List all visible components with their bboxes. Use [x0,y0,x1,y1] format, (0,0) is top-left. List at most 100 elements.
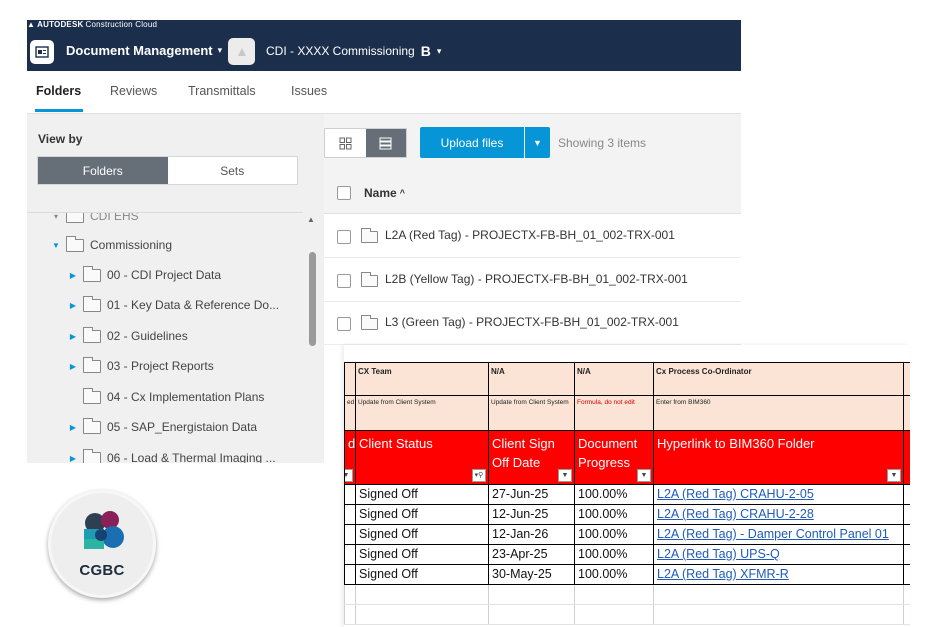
folder-name[interactable]: L2B (Yellow Tag) - PROJECTX-FB-BH_01_002… [385,272,688,286]
sign-off-date-cell[interactable]: 27-Jun-25 [488,484,575,505]
table-cell: ed [344,395,356,431]
client-status-cell[interactable]: Signed Off [355,544,489,565]
scroll-up-arrow-icon[interactable]: ▲ [307,215,315,224]
folder-icon [361,272,378,287]
tab-reviews[interactable]: Reviews [110,84,157,98]
tree-item-03[interactable]: ▶ 03 - Project Reports [68,356,214,375]
client-status-cell[interactable]: Signed Off [355,564,489,585]
column-header: Document Progress ▼ [574,430,654,485]
chevron-down-icon[interactable]: ▾ [51,213,61,221]
sort-ascending-icon: ^ [399,188,405,198]
chevron-right-icon[interactable]: ▶ [68,423,78,432]
module-name: Document Management [66,43,213,58]
tracking-table: CX Team N/A N/A Cx Process Co-Ordinator … [344,362,910,625]
filter-dropdown-icon[interactable]: ▼ [558,469,572,482]
row-checkbox[interactable] [337,317,351,331]
sign-off-date-cell[interactable]: 12-Jun-25 [488,504,575,525]
folder-icon [83,417,101,434]
progress-cell[interactable]: 100.00% [574,524,654,545]
sign-off-date-cell[interactable]: 12-Jan-26 [488,524,575,545]
chevron-right-icon[interactable]: ▶ [68,301,78,310]
table-cell: Formula, do not edit [574,395,654,431]
scrollbar-thumb[interactable] [309,252,316,346]
filter-dropdown-icon[interactable]: ▼ [637,469,651,482]
tree-item-00[interactable]: ▶ 00 - CDI Project Data [68,265,221,284]
bim360-link[interactable]: L2A (Red Tag) - Damper Control Panel 01 [653,524,904,545]
name-column-header[interactable]: Name ^ [364,186,405,200]
chevron-right-icon[interactable]: ▶ [68,271,78,280]
project-selector[interactable]: CDI - XXXX Commissioning B ▾ [266,43,441,59]
chevron-right-icon[interactable]: ▶ [68,362,78,371]
client-status-cell[interactable]: Signed Off [355,524,489,545]
tree-item-label: 03 - Project Reports [107,359,214,373]
sign-off-date-cell[interactable]: 30-May-25 [488,564,575,585]
filter-active-icon[interactable]: ▾⚲ [472,469,486,482]
bim360-link[interactable]: L2A (Red Tag) UPS-Q [653,544,904,565]
list-item[interactable]: L3 (Green Tag) - PROJECTX-FB-BH_01_002-T… [324,302,741,345]
tree-item-04[interactable]: 04 - Cx Implementation Plans [68,387,264,406]
table-row: Signed Off 27-Jun-25 100.00% L2A (Red Ta… [344,484,910,505]
tree-item-label: 05 - SAP_Energistaion Data [107,420,258,434]
client-status-cell[interactable]: Signed Off [355,484,489,505]
folder-name[interactable]: L3 (Green Tag) - PROJECTX-FB-BH_01_002-T… [385,315,679,329]
header-label: Document Progress [578,436,638,470]
select-all-checkbox[interactable] [337,186,351,200]
view-sets-button[interactable]: Sets [167,157,297,184]
chevron-down-icon: ▾ [217,45,223,55]
client-status-cell[interactable]: Signed Off [355,504,489,525]
progress-cell[interactable]: 100.00% [574,564,654,585]
item-count: Showing 3 items [558,136,647,150]
row-checkbox[interactable] [337,274,351,288]
upload-split-button: Upload files ▼ [420,127,550,158]
module-selector[interactable]: Document Management ▾ [66,43,222,58]
folder-tree: ▾ CDI EHS ▼ Commissioning ▶ 00 - CDI Pro… [27,212,303,463]
tab-transmittals[interactable]: Transmittals [188,84,256,98]
chevron-right-icon[interactable]: ▶ [68,332,78,341]
tree-scrollbar[interactable]: ▲ [303,212,324,463]
project-name: CDI - XXXX Commissioning [266,44,415,58]
table-cell: N/A [574,362,654,396]
folder-icon [83,326,101,343]
tree-item-06[interactable]: ▶ 06 - Load & Thermal Imaging ... [68,448,276,463]
list-item[interactable]: L2B (Yellow Tag) - PROJECTX-FB-BH_01_002… [324,259,741,302]
filter-dropdown-icon[interactable]: ▼ [887,469,901,482]
row-checkbox[interactable] [337,230,351,244]
tree-item-cdi-ehs[interactable]: ▾ CDI EHS [51,212,139,225]
grid-view-icon [339,137,352,149]
tree-item-label: CDI EHS [90,212,139,223]
tab-folders[interactable]: Folders [36,84,81,98]
header-label: Client Status [359,436,433,451]
table-cell: N/A [488,362,575,396]
sign-off-date-cell[interactable]: 23-Apr-25 [488,544,575,565]
folder-name[interactable]: L2A (Red Tag) - PROJECTX-FB-BH_01_002-TR… [385,228,675,242]
list-view-button[interactable] [365,129,406,157]
view-folders-button[interactable]: Folders [38,157,168,184]
progress-cell[interactable]: 100.00% [574,504,654,525]
progress-cell[interactable]: 100.00% [574,544,654,565]
filter-dropdown-icon[interactable]: ▼ [345,469,353,482]
bim360-link[interactable]: L2A (Red Tag) CRAHU-2-05 [653,484,904,505]
cgbc-emblem-icon [84,511,124,549]
document-management-icon[interactable] [30,40,54,64]
folder-icon [83,387,101,404]
list-header: Name ^ [324,171,741,214]
tab-issues[interactable]: Issues [291,84,327,98]
tree-item-label: Commissioning [90,238,173,252]
tree-item-02[interactable]: ▶ 02 - Guidelines [68,326,188,345]
bim360-link[interactable]: L2A (Red Tag) XFMR-R [653,564,904,585]
chevron-down-icon[interactable]: ▼ [51,241,61,250]
progress-cell[interactable]: 100.00% [574,484,654,505]
tree-item-05[interactable]: ▶ 05 - SAP_Energistaion Data [68,417,258,436]
folder-icon [83,295,101,312]
tree-item-commissioning[interactable]: ▼ Commissioning [51,235,173,254]
tree-item-01[interactable]: ▶ 01 - Key Data & Reference Do... [68,295,279,314]
chevron-right-icon[interactable]: ▶ [68,454,78,463]
tree-item-label: 06 - Load & Thermal Imaging ... [107,451,276,463]
upload-files-button[interactable]: Upload files [420,127,524,158]
upload-options-button[interactable]: ▼ [525,127,550,158]
table-cell [903,564,910,585]
folder-icon [361,228,378,243]
list-item[interactable]: L2A (Red Tag) - PROJECTX-FB-BH_01_002-TR… [324,215,741,258]
bim360-link[interactable]: L2A (Red Tag) CRAHU-2-28 [653,504,904,525]
grid-view-button[interactable] [325,129,366,157]
